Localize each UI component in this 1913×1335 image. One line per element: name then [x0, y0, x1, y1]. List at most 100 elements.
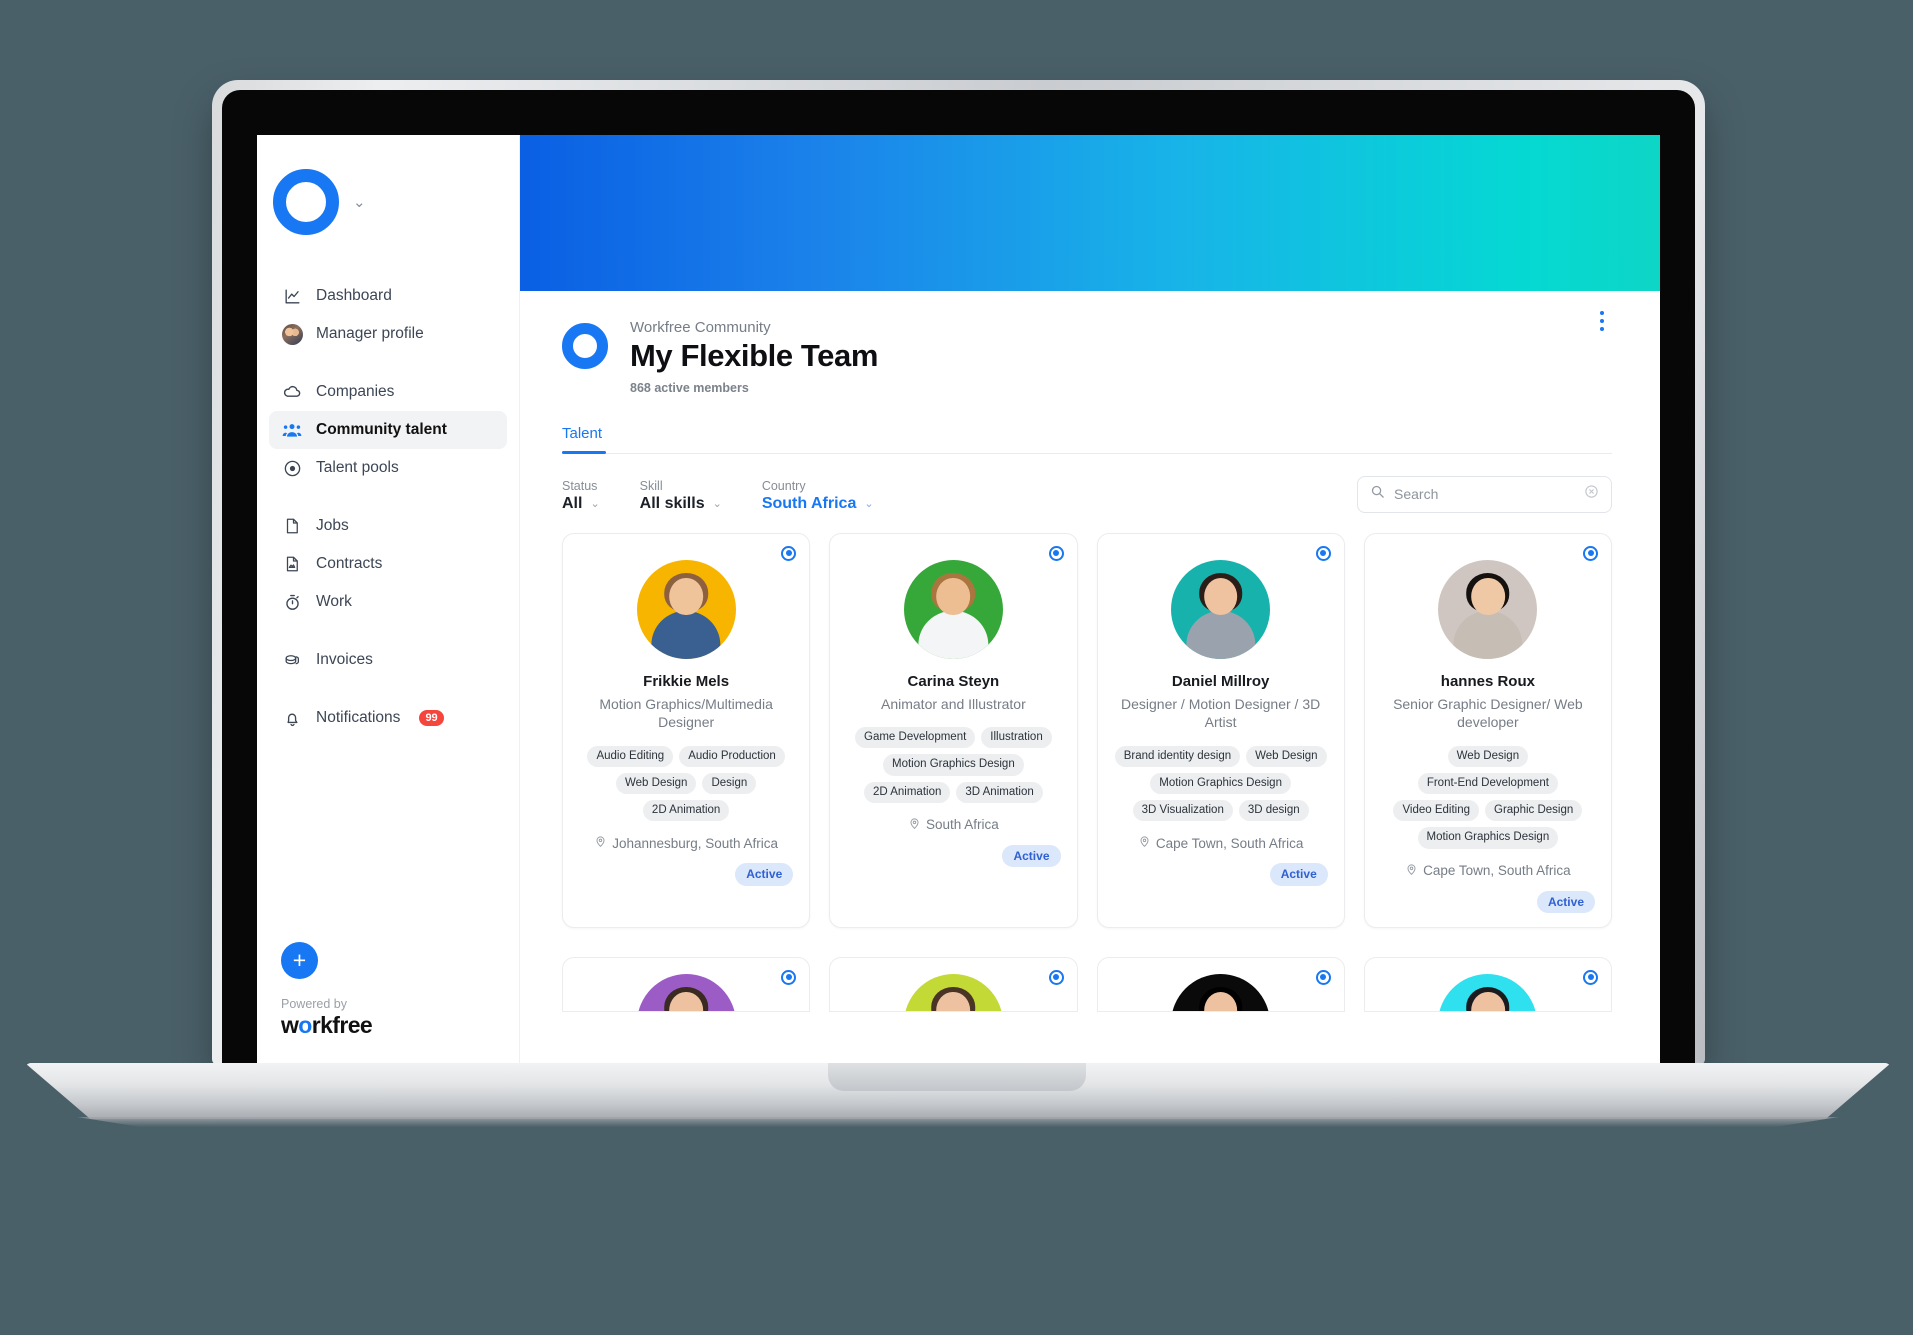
sidebar-item-contracts[interactable]: Contracts: [269, 545, 507, 583]
sidebar: ⌄ Dashboard Manager profile Companies Co…: [257, 135, 520, 1065]
talent-location: South Africa: [908, 817, 999, 833]
skill-tag-list: Game Development Illustration Motion Graph…: [846, 727, 1060, 803]
coins-icon: [281, 649, 303, 671]
talent-card[interactable]: [829, 956, 1078, 1012]
talent-card-grid-row2: [562, 956, 1612, 1012]
talent-name: hannes Roux: [1440, 672, 1535, 690]
talent-card[interactable]: hannes Roux Senior Graphic Designer/ Web …: [1363, 532, 1612, 928]
skill-tag[interactable]: Motion Graphics Design: [1150, 772, 1291, 795]
card-select-radio[interactable]: [781, 545, 797, 561]
talent-card[interactable]: Frikkie Mels Motion Graphics/Multimedia D…: [562, 532, 811, 928]
more-options-icon[interactable]: [1596, 307, 1608, 335]
clear-circle-icon[interactable]: [1584, 484, 1599, 504]
chevron-down-icon: ⌄: [712, 498, 722, 511]
talent-name: Carina Steyn: [907, 672, 1000, 690]
talent-role: Designer / Motion Designer / 3D Artist: [1121, 695, 1321, 731]
skill-tag[interactable]: 3D Animation: [956, 781, 1043, 803]
sidebar-item-dashboard[interactable]: Dashboard: [269, 277, 507, 315]
card-footer: Active: [1114, 863, 1328, 886]
filter-skill-value: All skills: [639, 494, 705, 512]
laptop-lid: ⌄ Dashboard Manager profile Companies Co…: [212, 80, 1705, 1065]
workfree-ring-logo: [273, 169, 339, 235]
nav-group-main: Dashboard Manager profile: [269, 277, 507, 353]
skill-tag[interactable]: Front-End Development: [1417, 772, 1558, 795]
skill-tag[interactable]: Web Design: [616, 772, 697, 795]
skill-tag[interactable]: Game Development: [855, 727, 976, 749]
card-select-radio[interactable]: [1583, 969, 1598, 985]
add-button[interactable]: +: [281, 942, 318, 979]
filter-country-value: South Africa: [761, 494, 857, 512]
sidebar-item-community-talent[interactable]: Community talent: [269, 411, 507, 449]
status-badge: Active: [735, 863, 794, 886]
page-title: My Flexible Team: [630, 338, 879, 373]
chevron-down-icon[interactable]: ⌄: [353, 195, 366, 210]
skill-tag-list: Brand identity design Web Design Motion Gr…: [1114, 745, 1328, 822]
sidebar-item-talent-pools[interactable]: Talent pools: [269, 449, 507, 487]
tab-bar: Talent: [562, 425, 1612, 454]
filter-status-value-row[interactable]: All ⌄: [562, 495, 600, 513]
search-input[interactable]: [1394, 486, 1575, 503]
card-select-radio[interactable]: [1315, 969, 1331, 985]
filter-skill-value-row[interactable]: All skills ⌄: [640, 495, 722, 513]
skill-tag[interactable]: Audio Editing: [587, 745, 674, 767]
skill-tag[interactable]: Web Design: [1447, 745, 1529, 767]
sidebar-item-manager-profile[interactable]: Manager profile: [269, 315, 507, 353]
community-header: Workfree Community My Flexible Team 868 …: [562, 291, 1612, 395]
skill-tag[interactable]: Design: [702, 772, 757, 795]
skill-tag[interactable]: Video Editing: [1393, 800, 1480, 822]
skill-tag[interactable]: Illustration: [981, 727, 1052, 749]
skill-tag[interactable]: 3D design: [1238, 800, 1309, 822]
talent-location: Cape Town, South Africa: [1405, 863, 1571, 879]
talent-card[interactable]: [562, 956, 811, 1012]
sidebar-item-companies[interactable]: Companies: [269, 373, 507, 411]
sidebar-item-jobs[interactable]: Jobs: [269, 507, 507, 545]
sidebar-item-label: Invoices: [316, 651, 373, 668]
filter-country[interactable]: Country South Africa ⌄: [762, 479, 874, 513]
status-badge: Active: [1536, 890, 1595, 913]
skill-tag[interactable]: Web Design: [1246, 745, 1327, 767]
talent-card[interactable]: [1096, 956, 1345, 1012]
main-content: Workfree Community My Flexible Team 868 …: [520, 135, 1660, 1065]
card-select-radio[interactable]: [1315, 545, 1331, 561]
skill-tag[interactable]: 2D Animation: [642, 800, 730, 822]
location-text: South Africa: [925, 817, 999, 833]
talent-card[interactable]: Carina Steyn Animator and Illustrator Game…: [829, 532, 1078, 928]
talent-card[interactable]: [1363, 956, 1612, 1012]
skill-tag[interactable]: Audio Production: [679, 745, 785, 767]
stopwatch-icon: [281, 591, 303, 613]
search-box[interactable]: [1357, 475, 1612, 513]
location-pin-icon: [594, 835, 607, 851]
sidebar-item-invoices[interactable]: Invoices: [269, 641, 507, 679]
skill-tag[interactable]: 3D Visualization: [1132, 800, 1233, 822]
sidebar-item-label: Talent pools: [316, 459, 399, 476]
talent-role: Motion Graphics/Multimedia Designer: [599, 695, 773, 731]
skill-tag[interactable]: Motion Graphics Design: [883, 754, 1024, 776]
tab-talent[interactable]: Talent: [562, 425, 616, 454]
location-text: Johannesburg, South Africa: [612, 835, 779, 851]
active-members-count: 868 active members: [630, 380, 749, 395]
notifications-badge: 99: [419, 709, 444, 727]
bell-icon: [281, 707, 303, 729]
talent-card[interactable]: Daniel Millroy Designer / Motion Designer…: [1096, 532, 1345, 928]
brand-row[interactable]: ⌄: [257, 163, 519, 235]
sidebar-item-label: Manager profile: [316, 325, 424, 342]
card-select-radio[interactable]: [1583, 545, 1598, 561]
filter-status[interactable]: Status All ⌄: [562, 479, 600, 513]
status-badge: Active: [1269, 863, 1328, 886]
filter-skill[interactable]: Skill All skills ⌄: [640, 479, 722, 513]
sidebar-item-notifications[interactable]: Notifications 99: [269, 699, 507, 737]
card-select-radio[interactable]: [1048, 969, 1064, 985]
filter-country-value-row[interactable]: South Africa ⌄: [762, 495, 874, 513]
skill-tag[interactable]: Motion Graphics Design: [1417, 827, 1559, 849]
card-select-radio[interactable]: [1048, 545, 1064, 561]
skill-tag[interactable]: Graphic Design: [1485, 800, 1583, 822]
nav-group-notifications: Notifications 99: [269, 699, 507, 737]
skill-tag[interactable]: 2D Animation: [863, 781, 951, 803]
skill-tag[interactable]: Brand identity design: [1114, 745, 1241, 767]
logo-part-1: w: [281, 1012, 299, 1038]
talent-role: Animator and Illustrator: [881, 695, 1026, 712]
contract-icon: [281, 553, 303, 575]
sidebar-item-work[interactable]: Work: [269, 583, 507, 621]
location-pin-icon: [1138, 835, 1151, 851]
card-select-radio[interactable]: [781, 969, 797, 985]
